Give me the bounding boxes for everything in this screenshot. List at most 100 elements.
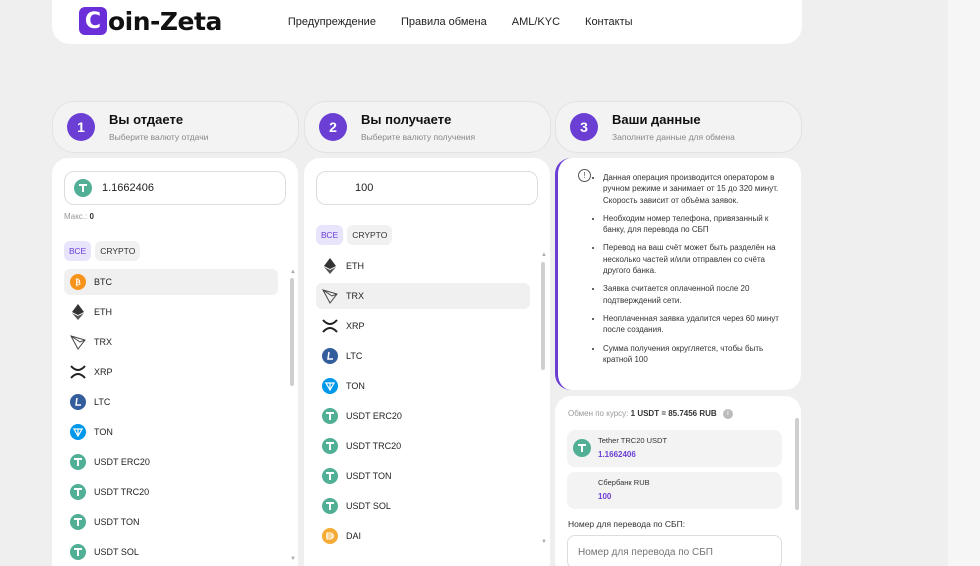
filter-crypto[interactable]: CRYPTO	[347, 225, 393, 245]
header: C oin-Zeta Предупреждение Правила обмена…	[52, 0, 802, 44]
currency-option[interactable]: XRP	[64, 359, 278, 385]
sbp-phone-input[interactable]	[567, 535, 782, 566]
currency-label: ETH	[94, 307, 112, 317]
svg-text:₿: ₿	[75, 277, 81, 287]
nav-exchange-rules[interactable]: Правила обмена	[401, 16, 487, 28]
give-amount-field[interactable]: 1.1662406	[64, 171, 286, 205]
from-currency-label: Tether TRC20 USDT	[598, 436, 668, 445]
logo-mark: C	[79, 7, 107, 35]
step-number: 1	[67, 113, 95, 141]
currency-label: USDT SOL	[94, 547, 139, 557]
xrp-icon	[70, 364, 86, 380]
to-currency-label: Сбербанк RUB	[598, 478, 650, 487]
scroll-up-arrow[interactable]: ▲	[290, 269, 296, 275]
step-details: 3 Ваши данные Заполните данные для обмен…	[555, 101, 802, 153]
step-title: Ваши данные	[612, 112, 701, 127]
eth-icon	[322, 258, 338, 274]
sbp-label: Номер для перевода по СБП:	[568, 519, 686, 529]
scroll-down-arrow[interactable]: ▼	[541, 539, 547, 545]
filter-all[interactable]: ВСЕ	[316, 225, 344, 245]
info-item: Неоплаченная заявка удалится через 60 ми…	[603, 313, 788, 336]
info-panel: ! Данная операция производится операторо…	[555, 158, 801, 390]
from-currency-value: 1.1662406	[598, 450, 636, 459]
info-item: Данная операция производится оператором …	[603, 172, 788, 206]
currency-label: USDT TON	[346, 471, 392, 481]
dai-icon	[322, 528, 338, 544]
currency-label: USDT TRC20	[94, 487, 150, 497]
filter-crypto[interactable]: CRYPTO	[95, 241, 141, 261]
info-item: Необходим номер телефона, привязанный к …	[603, 213, 788, 236]
currency-option[interactable]: LTC	[316, 343, 530, 369]
currency-option[interactable]: TON	[316, 373, 530, 399]
step-subtitle: Выберите валюту отдачи	[109, 132, 209, 142]
page-edge-band	[948, 0, 980, 566]
give-currency-list: ₿ BTC ETH TRX XRP LTC TON USDT ERC20 USDT TRC20 U…	[64, 269, 278, 566]
usdt-icon	[74, 179, 92, 197]
scroll-up-arrow[interactable]: ▲	[541, 252, 547, 258]
currency-option[interactable]: USDT TON	[316, 463, 530, 489]
currency-option[interactable]: TRX	[316, 283, 530, 309]
currency-label: XRP	[346, 321, 365, 331]
give-filters: ВСЕ CRYPTO	[64, 241, 141, 261]
currency-option[interactable]: USDT TON	[64, 509, 278, 535]
nav-aml-kyc[interactable]: AML/KYC	[512, 16, 560, 28]
currency-label: TON	[94, 427, 113, 437]
to-currency-value: 100	[598, 492, 612, 501]
info-item: Перевод на ваш счёт может быть разделён …	[603, 242, 788, 276]
currency-option[interactable]: XRP	[316, 313, 530, 339]
currency-option[interactable]: LTC	[64, 389, 278, 415]
step-number: 2	[319, 113, 347, 141]
currency-label: ETH	[346, 261, 364, 271]
receive-amount-field[interactable]: 100	[316, 171, 538, 205]
currency-label: USDT TRC20	[346, 441, 402, 451]
filter-all[interactable]: ВСЕ	[64, 241, 92, 261]
currency-option[interactable]: ₿ BTC	[64, 269, 278, 295]
currency-label: USDT TON	[94, 517, 140, 527]
usdt-icon	[322, 408, 338, 424]
step-subtitle: Выберите валюту получения	[361, 132, 476, 142]
currency-option[interactable]: USDT SOL	[64, 539, 278, 565]
currency-option[interactable]: USDT ERC20	[64, 449, 278, 475]
currency-option[interactable]: TON	[64, 419, 278, 445]
currency-option[interactable]: ETH	[64, 299, 278, 325]
currency-label: TRX	[94, 337, 112, 347]
usdt-icon	[70, 454, 86, 470]
currency-label: XRP	[94, 367, 113, 377]
currency-option[interactable]: USDT TRC20	[64, 479, 278, 505]
ltc-icon	[70, 394, 86, 410]
currency-label: BTC	[94, 277, 112, 287]
give-max: Макс.: 0	[64, 212, 94, 221]
currency-label: DAI	[346, 531, 362, 541]
currency-label: LTC	[94, 397, 111, 407]
usdt-icon	[322, 468, 338, 484]
give-scrollbar[interactable]	[290, 278, 294, 386]
logo[interactable]: C oin-Zeta	[79, 7, 222, 36]
currency-option[interactable]: ETH	[316, 253, 530, 279]
receive-filters: ВСЕ CRYPTO	[316, 225, 393, 245]
nav-contacts[interactable]: Контакты	[585, 16, 633, 28]
currency-option[interactable]: USDT ERC20	[316, 403, 530, 429]
rate-value: 1 USDT = 85.7456 RUB	[630, 409, 717, 419]
info-list: Данная операция производится оператором …	[603, 172, 788, 372]
max-value: 0	[89, 212, 94, 221]
currency-label: LTC	[346, 351, 363, 361]
currency-option[interactable]: TRX	[64, 329, 278, 355]
usdt-icon	[573, 439, 591, 457]
xrp-icon	[322, 318, 338, 334]
logo-text: oin-Zeta	[108, 6, 222, 36]
info-icon[interactable]: i	[722, 409, 733, 419]
usdt-icon	[322, 438, 338, 454]
receive-scrollbar[interactable]	[541, 262, 545, 370]
currency-option[interactable]: USDT SOL	[316, 493, 530, 519]
nav-warning[interactable]: Предупреждение	[288, 16, 376, 28]
step-number: 3	[570, 113, 598, 141]
currency-option[interactable]: USDT TRC20	[316, 433, 530, 459]
scroll-down-arrow[interactable]: ▼	[290, 556, 296, 562]
currency-label: USDT SOL	[346, 501, 391, 511]
currency-option[interactable]: DAI	[316, 523, 530, 549]
usdt-icon	[322, 498, 338, 514]
usdt-icon	[70, 484, 86, 500]
step-title: Вы получаете	[361, 112, 452, 127]
step-receive: 2 Вы получаете Выберите валюту получения	[304, 101, 551, 153]
details-scrollbar[interactable]	[795, 418, 799, 510]
